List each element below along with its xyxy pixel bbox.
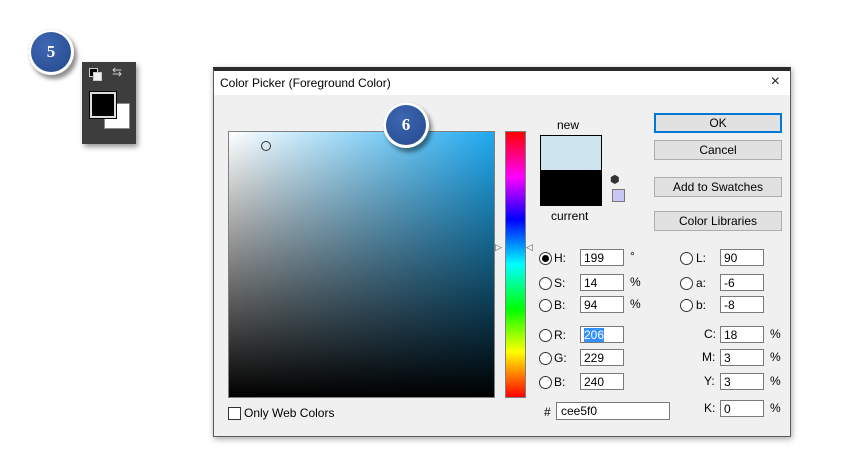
lab-a-radio[interactable]	[680, 277, 693, 290]
new-color-label: new	[557, 118, 580, 132]
brightness-radio[interactable]	[539, 299, 552, 312]
swap-colors-icon[interactable]: ⇆	[112, 65, 122, 79]
lab-l-input[interactable]: 90	[720, 249, 764, 266]
close-icon[interactable]: ×	[771, 73, 780, 91]
color-field[interactable]	[228, 131, 495, 398]
red-radio[interactable]	[539, 329, 552, 342]
lab-a-label: a:	[696, 276, 707, 290]
default-colors-icon[interactable]	[89, 68, 102, 81]
ok-button[interactable]: OK	[654, 113, 782, 133]
red-label: R:	[554, 328, 566, 342]
out-of-gamut-cube-icon[interactable]: ⬢	[610, 173, 620, 186]
current-color-label: current	[551, 209, 589, 223]
hex-prefix: #	[544, 405, 551, 419]
blue-input[interactable]: 240	[580, 373, 624, 390]
hex-input[interactable]: cee5f0	[556, 402, 670, 420]
only-web-colors-label: Only Web Colors	[244, 406, 335, 420]
color-libraries-button[interactable]: Color Libraries	[654, 211, 782, 231]
step-6-badge: 6	[383, 102, 429, 148]
hue-slider-left-arrow-icon[interactable]: ▷	[495, 242, 502, 253]
green-input[interactable]: 229	[580, 349, 624, 366]
hue-unit: °	[630, 249, 635, 263]
color-picker-dialog: Color Picker (Foreground Color) × ▷ ◁ ne…	[213, 67, 791, 437]
web-safe-swatch-icon[interactable]	[612, 189, 625, 202]
black-unit: %	[770, 401, 781, 415]
black-input[interactable]: 0	[720, 400, 764, 417]
blue-label: B:	[554, 375, 566, 389]
saturation-label: S:	[554, 276, 566, 290]
dialog-title: Color Picker (Foreground Color)	[220, 76, 391, 90]
cyan-unit: %	[770, 327, 781, 341]
lab-b-radio[interactable]	[680, 299, 693, 312]
hue-input[interactable]: 199	[580, 249, 624, 266]
saturation-input[interactable]: 14	[580, 274, 624, 291]
brightness-unit: %	[630, 297, 641, 311]
lab-l-radio[interactable]	[680, 252, 693, 265]
lab-b-label: b:	[696, 298, 707, 312]
lab-a-input[interactable]: -6	[720, 274, 764, 291]
magenta-unit: %	[770, 350, 781, 364]
current-color-preview[interactable]	[540, 170, 602, 206]
black-label: K:	[704, 401, 716, 415]
color-sample-circle[interactable]	[261, 141, 271, 151]
step-5-badge: 5	[28, 29, 74, 75]
lab-l-label: L:	[696, 251, 707, 265]
red-input-value: 206	[584, 328, 605, 342]
yellow-label: Y:	[704, 374, 715, 388]
brightness-input[interactable]: 94	[580, 296, 624, 313]
saturation-unit: %	[630, 275, 641, 289]
green-radio[interactable]	[539, 352, 552, 365]
foreground-color-swatch[interactable]	[89, 91, 117, 119]
only-web-colors-checkbox[interactable]	[228, 407, 241, 420]
cyan-input[interactable]: 18	[720, 326, 764, 343]
blue-radio[interactable]	[539, 376, 552, 389]
hue-slider[interactable]	[505, 131, 526, 398]
cyan-label: C:	[704, 327, 716, 341]
magenta-input[interactable]: 3	[720, 349, 764, 366]
hue-slider-right-arrow-icon[interactable]: ◁	[526, 242, 533, 253]
cancel-button[interactable]: Cancel	[654, 140, 782, 160]
red-input[interactable]: 206	[580, 326, 624, 343]
saturation-radio[interactable]	[539, 277, 552, 290]
yellow-unit: %	[770, 374, 781, 388]
yellow-input[interactable]: 3	[720, 373, 764, 390]
hue-radio[interactable]	[539, 252, 552, 265]
new-color-preview	[540, 135, 602, 171]
lab-b-input[interactable]: -8	[720, 296, 764, 313]
brightness-label: B:	[554, 298, 566, 312]
hue-label: H:	[554, 251, 566, 265]
foreground-background-swatches: ⇆	[82, 62, 136, 144]
magenta-label: M:	[702, 350, 716, 364]
add-to-swatches-button[interactable]: Add to Swatches	[654, 177, 782, 197]
green-label: G:	[554, 351, 567, 365]
title-bar: Color Picker (Foreground Color) ×	[214, 71, 790, 95]
